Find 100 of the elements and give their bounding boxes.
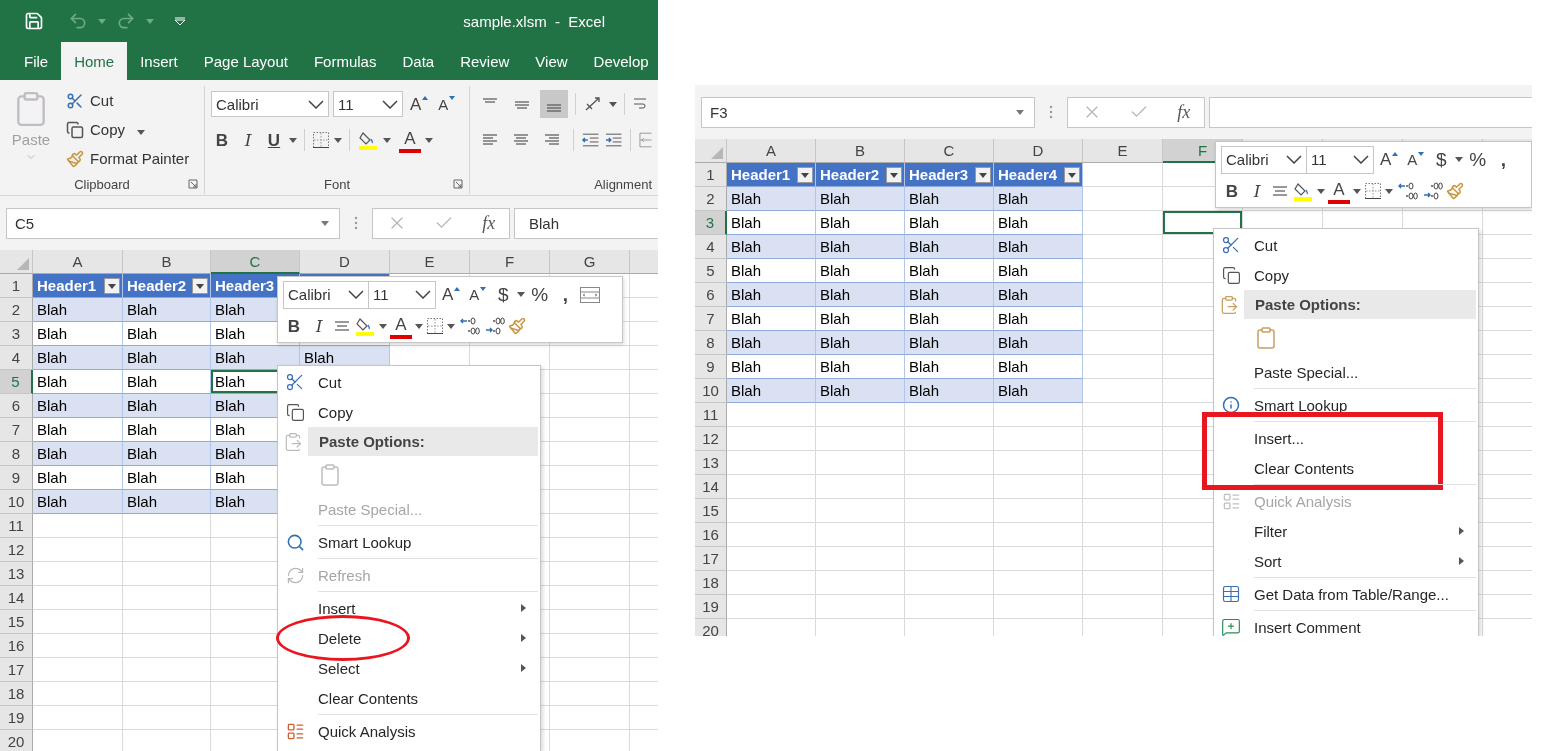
align-right-icon[interactable] bbox=[542, 132, 561, 148]
menu-item[interactable]: Smart Lookup bbox=[278, 524, 540, 557]
row-header[interactable]: 4 bbox=[0, 346, 33, 370]
decrease-indent-icon[interactable] bbox=[580, 132, 600, 148]
grid-cell[interactable] bbox=[123, 682, 211, 706]
insert-function-button[interactable]: fx bbox=[482, 212, 496, 234]
increase-font-size-button[interactable]: A bbox=[439, 281, 464, 308]
font-size-box[interactable]: 11 bbox=[1306, 145, 1374, 174]
grid-cell[interactable] bbox=[905, 571, 994, 595]
grid-cell[interactable] bbox=[727, 451, 816, 475]
caret-icon[interactable] bbox=[137, 130, 146, 135]
menu-item[interactable]: Insert bbox=[278, 590, 540, 623]
insert-function-button[interactable]: fx bbox=[1177, 101, 1191, 123]
ribbon-tab[interactable]: Formulas bbox=[300, 42, 390, 80]
name-box[interactable]: F3 bbox=[701, 96, 1035, 128]
row-header[interactable]: 1 bbox=[695, 163, 727, 187]
grid-cell[interactable] bbox=[905, 499, 994, 523]
column-header[interactable]: G bbox=[550, 250, 630, 274]
grid-cell[interactable] bbox=[905, 523, 994, 547]
row-header[interactable]: 7 bbox=[0, 418, 33, 442]
comma-style-button[interactable]: , bbox=[1492, 146, 1515, 173]
row-header[interactable]: 6 bbox=[695, 283, 727, 307]
grid-cell[interactable] bbox=[550, 586, 630, 610]
caret-icon[interactable] bbox=[979, 172, 987, 178]
comma-style-button[interactable]: , bbox=[554, 281, 577, 308]
caret-icon[interactable] bbox=[609, 101, 617, 107]
grid-cell[interactable] bbox=[1083, 595, 1163, 619]
row-header[interactable]: 8 bbox=[695, 331, 727, 355]
grid-cell[interactable] bbox=[550, 346, 630, 370]
menu-item[interactable]: Smart Lookup bbox=[1214, 387, 1478, 420]
grid-cell[interactable] bbox=[816, 571, 905, 595]
grid-cell[interactable] bbox=[1083, 211, 1163, 235]
font-name-box[interactable]: Calibri bbox=[211, 91, 329, 117]
grid-cell[interactable] bbox=[816, 499, 905, 523]
grid-cell[interactable] bbox=[905, 427, 994, 451]
bold-button[interactable]: B bbox=[211, 127, 233, 153]
font-color-button[interactable]: A bbox=[399, 127, 421, 153]
grid-cell[interactable] bbox=[1083, 547, 1163, 571]
borders-icon[interactable] bbox=[1364, 182, 1382, 200]
menu-item[interactable]: Insert Comment bbox=[1214, 609, 1478, 636]
grid-cell[interactable] bbox=[550, 634, 630, 658]
grid-cell[interactable] bbox=[33, 586, 123, 610]
caret-icon[interactable] bbox=[383, 137, 391, 143]
grid-cell[interactable] bbox=[1083, 259, 1163, 283]
merge-cells-icon[interactable] bbox=[579, 285, 602, 304]
active-cell[interactable] bbox=[1163, 211, 1243, 235]
caret-icon[interactable] bbox=[801, 172, 809, 178]
caret-icon[interactable] bbox=[1016, 109, 1024, 115]
currency-button[interactable]: $ bbox=[1430, 146, 1453, 173]
format-painter-icon[interactable] bbox=[1446, 182, 1464, 200]
menu-item[interactable]: Clear Contents bbox=[278, 683, 540, 713]
chevron-icon[interactable] bbox=[1353, 155, 1369, 164]
column-header[interactable]: E bbox=[390, 250, 470, 274]
filter-dropdown-button[interactable] bbox=[797, 167, 813, 183]
column-header[interactable]: D bbox=[300, 250, 390, 274]
grid-cell[interactable] bbox=[123, 586, 211, 610]
grid-cell[interactable] bbox=[816, 475, 905, 499]
grid-cell[interactable] bbox=[1083, 379, 1163, 403]
row-header[interactable]: 9 bbox=[695, 355, 727, 379]
grid-cell[interactable] bbox=[1083, 475, 1163, 499]
grid-cell[interactable] bbox=[550, 610, 630, 634]
menu-item[interactable]: Clear Contents bbox=[1214, 453, 1478, 483]
column-header[interactable]: C bbox=[905, 139, 994, 163]
row-header[interactable]: 5 bbox=[0, 370, 33, 394]
drag-handle-icon[interactable] bbox=[354, 215, 358, 231]
row-header[interactable]: 19 bbox=[695, 595, 727, 619]
grid-cell[interactable] bbox=[33, 706, 123, 730]
grid-cell[interactable] bbox=[727, 475, 816, 499]
grid-cell[interactable] bbox=[550, 466, 630, 490]
row-header[interactable]: 20 bbox=[0, 730, 33, 751]
italic-button[interactable]: I bbox=[308, 313, 330, 339]
grid-cell[interactable] bbox=[727, 427, 816, 451]
grid-cell[interactable] bbox=[33, 610, 123, 634]
row-header[interactable]: 7 bbox=[695, 307, 727, 331]
grid-cell[interactable] bbox=[550, 562, 630, 586]
row-header[interactable]: 17 bbox=[0, 658, 33, 682]
column-header[interactable]: B bbox=[123, 250, 211, 274]
chevron-icon[interactable] bbox=[382, 99, 398, 109]
grid-cell[interactable] bbox=[123, 634, 211, 658]
decrease-font-size-button[interactable]: A bbox=[1404, 146, 1428, 173]
grid-cell[interactable] bbox=[1083, 499, 1163, 523]
grid-cell[interactable] bbox=[123, 610, 211, 634]
grid-cell[interactable] bbox=[994, 571, 1083, 595]
chevron-icon[interactable] bbox=[415, 290, 431, 299]
fill-color-icon[interactable] bbox=[357, 130, 379, 150]
menu-item[interactable]: Get Data from Table/Range... bbox=[1214, 576, 1478, 609]
grid-cell[interactable] bbox=[1083, 451, 1163, 475]
filter-dropdown-button[interactable] bbox=[104, 278, 120, 294]
select-all-icon[interactable] bbox=[17, 258, 29, 270]
align-center-icon[interactable] bbox=[511, 132, 530, 148]
grid-cell[interactable] bbox=[905, 451, 994, 475]
decrease-font-size-button[interactable]: A bbox=[466, 281, 490, 308]
row-header[interactable]: 12 bbox=[0, 538, 33, 562]
dialog-launcher-icon[interactable] bbox=[453, 179, 463, 189]
grid-cell[interactable] bbox=[33, 634, 123, 658]
grid-cell[interactable] bbox=[727, 571, 816, 595]
column-header[interactable]: C bbox=[211, 250, 300, 274]
column-header[interactable]: F bbox=[470, 250, 550, 274]
caret-icon[interactable] bbox=[289, 137, 297, 143]
menu-item[interactable]: Quick Analysis bbox=[278, 713, 540, 746]
